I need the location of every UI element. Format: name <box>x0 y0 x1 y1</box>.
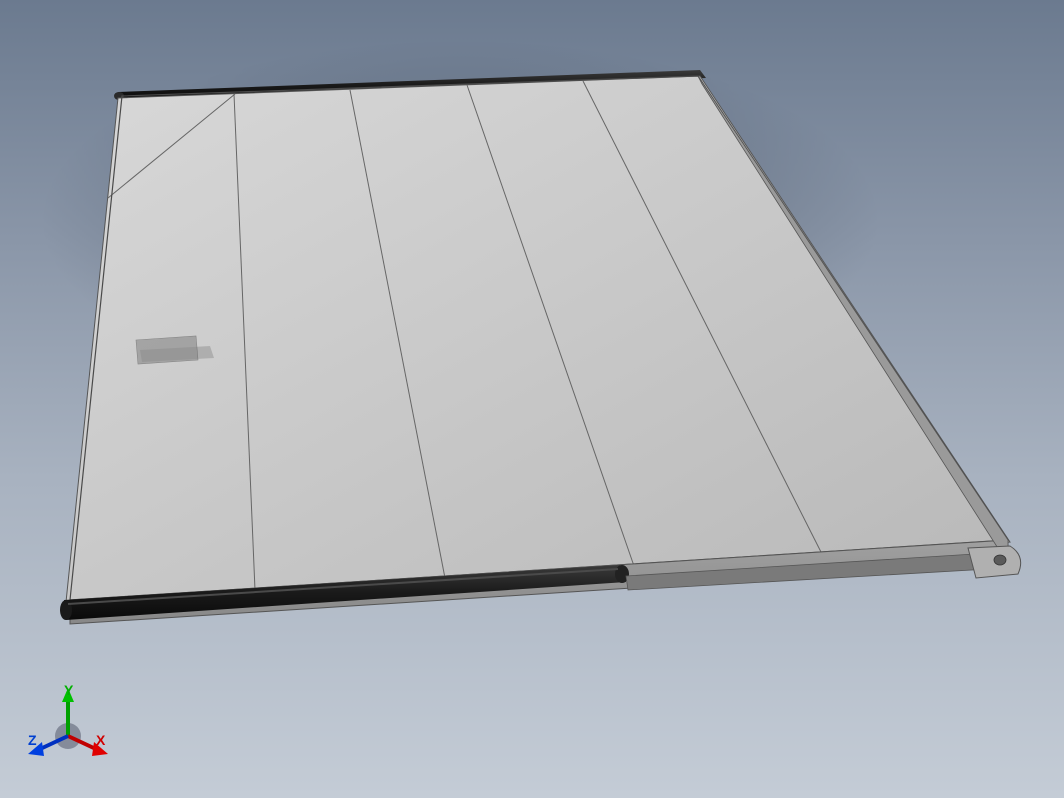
under-bracket <box>136 336 198 364</box>
model-svg <box>0 0 1064 798</box>
axis-triad[interactable]: Y X Z <box>20 678 120 778</box>
model-3d[interactable] <box>0 0 1064 798</box>
cad-viewport[interactable]: Y X Z <box>0 0 1064 798</box>
axis-z-label: Z <box>28 732 37 748</box>
axis-x-label: X <box>96 732 105 748</box>
axis-y-label: Y <box>64 682 73 698</box>
mounting-tab <box>968 546 1021 578</box>
mounting-hole <box>994 555 1006 565</box>
